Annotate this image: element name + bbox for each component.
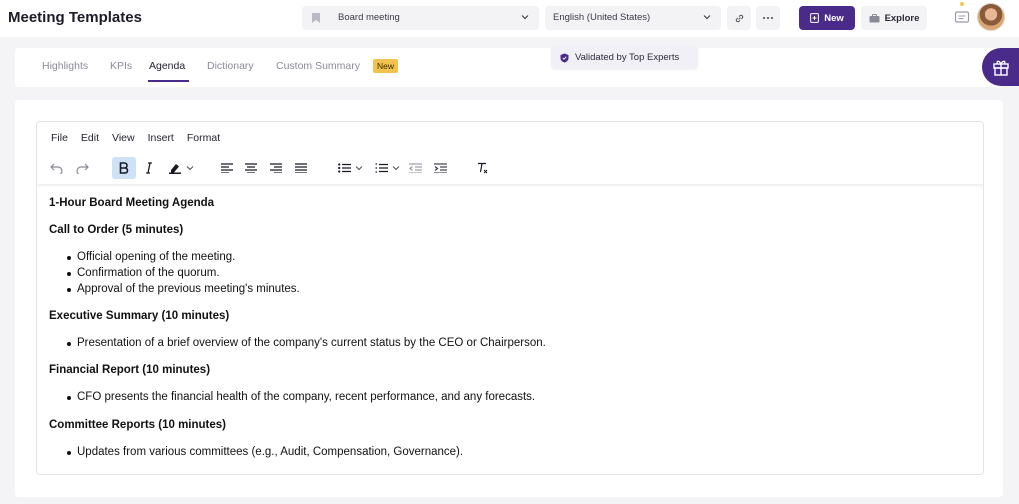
editor-menubar: File Edit View Insert Format	[51, 132, 220, 144]
outdent-button[interactable]	[406, 157, 424, 179]
top-header: Meeting Templates Board meeting English …	[0, 0, 1019, 37]
toolbar-divider	[37, 184, 983, 188]
menu-edit[interactable]: Edit	[81, 132, 99, 144]
indent-button[interactable]	[431, 157, 449, 179]
bullet-list-icon	[337, 163, 351, 173]
align-right-button[interactable]	[267, 157, 285, 179]
tab-dictionary[interactable]: Dictionary	[207, 60, 254, 72]
align-center-icon	[245, 163, 257, 173]
menu-view[interactable]: View	[112, 132, 135, 144]
shield-icon	[560, 53, 569, 62]
template-select-value: Board meeting	[338, 12, 400, 23]
redo-icon	[76, 163, 89, 174]
align-right-icon	[270, 163, 282, 173]
highlight-button[interactable]	[165, 157, 197, 179]
list-item: CFO presents the financial health of the…	[66, 391, 536, 403]
clear-format-icon	[478, 162, 488, 174]
more-horizontal-icon	[763, 17, 773, 19]
list-item: Presentation of a brief overview of the …	[67, 337, 546, 349]
new-badge: New	[373, 59, 398, 73]
menu-format[interactable]: Format	[187, 132, 220, 144]
align-justify-button[interactable]	[292, 157, 310, 179]
highlight-icon	[169, 164, 181, 174]
gift-icon	[993, 60, 1009, 76]
list-item: Official opening of the meeting.	[66, 251, 236, 263]
validated-badge: Validated by Top Experts	[551, 46, 698, 69]
link-icon	[735, 14, 743, 22]
menu-file[interactable]: File	[51, 132, 68, 144]
tab-custom-summary[interactable]: Custom Summary	[276, 60, 360, 72]
bookmark-icon	[312, 13, 320, 23]
explore-button-label: Explore	[884, 12, 920, 24]
list-item: Confirmation of the quorum.	[67, 267, 220, 279]
undo-icon	[50, 163, 63, 174]
chevron-down-icon	[521, 15, 529, 20]
notification-dot	[960, 2, 964, 6]
align-left-icon	[221, 163, 233, 173]
active-tab-indicator	[148, 80, 189, 82]
chevron-down-icon	[392, 166, 399, 171]
chevron-down-icon	[186, 166, 194, 171]
bullet-list-button[interactable]	[334, 157, 366, 179]
redo-button[interactable]	[73, 157, 91, 179]
avatar[interactable]	[977, 3, 1005, 31]
template-select[interactable]: Board meeting	[302, 6, 539, 30]
validated-label: Validated by Top Experts	[575, 52, 680, 63]
editor-toolbar	[37, 152, 983, 184]
align-justify-icon	[295, 163, 307, 173]
menu-insert[interactable]: Insert	[148, 132, 174, 144]
indent-icon	[433, 163, 447, 173]
link-button[interactable]	[727, 6, 751, 30]
italic-button[interactable]	[140, 157, 158, 179]
tab-agenda[interactable]: Agenda	[149, 60, 185, 72]
page-title: Meeting Templates	[8, 9, 142, 26]
numbered-list-button[interactable]	[371, 157, 403, 179]
numbered-list-icon	[375, 163, 388, 173]
new-button-label: New	[824, 12, 844, 24]
align-left-button[interactable]	[218, 157, 236, 179]
explore-button[interactable]: Explore	[861, 6, 927, 30]
clear-format-button[interactable]	[474, 157, 492, 179]
list-item: Updates from various committees (e.g., A…	[66, 446, 464, 458]
briefcase-icon	[869, 13, 880, 22]
section-heading: Committee Reports (10 minutes)	[49, 419, 227, 431]
chevron-down-icon	[703, 15, 711, 20]
bold-button[interactable]	[112, 157, 136, 179]
gift-button[interactable]	[982, 48, 1019, 86]
tab-kpis[interactable]: KPIs	[110, 60, 132, 72]
list-item: Approval of the previous meeting's minut…	[67, 283, 300, 295]
language-select[interactable]: English (United States)	[545, 6, 721, 30]
outdent-icon	[408, 163, 422, 173]
undo-button[interactable]	[48, 157, 66, 179]
tab-highlights[interactable]: Highlights	[42, 60, 88, 72]
language-select-value: English (United States)	[553, 12, 651, 23]
italic-icon	[146, 162, 152, 174]
section-heading: Call to Order (5 minutes)	[49, 224, 184, 236]
chat-icon[interactable]	[954, 10, 970, 26]
align-center-button[interactable]	[242, 157, 260, 179]
agenda-title: 1-Hour Board Meeting Agenda	[49, 197, 215, 209]
chevron-down-icon	[355, 166, 362, 171]
section-heading: Financial Report (10 minutes)	[49, 364, 211, 376]
section-heading: Executive Summary (10 minutes)	[49, 310, 230, 322]
bold-icon	[119, 162, 129, 174]
new-document-icon	[810, 13, 820, 23]
rich-text-editor[interactable]: File Edit View Insert Format 1-Hour Boar…	[36, 121, 984, 475]
new-button[interactable]: New	[799, 6, 855, 30]
more-options-button[interactable]	[756, 6, 780, 30]
